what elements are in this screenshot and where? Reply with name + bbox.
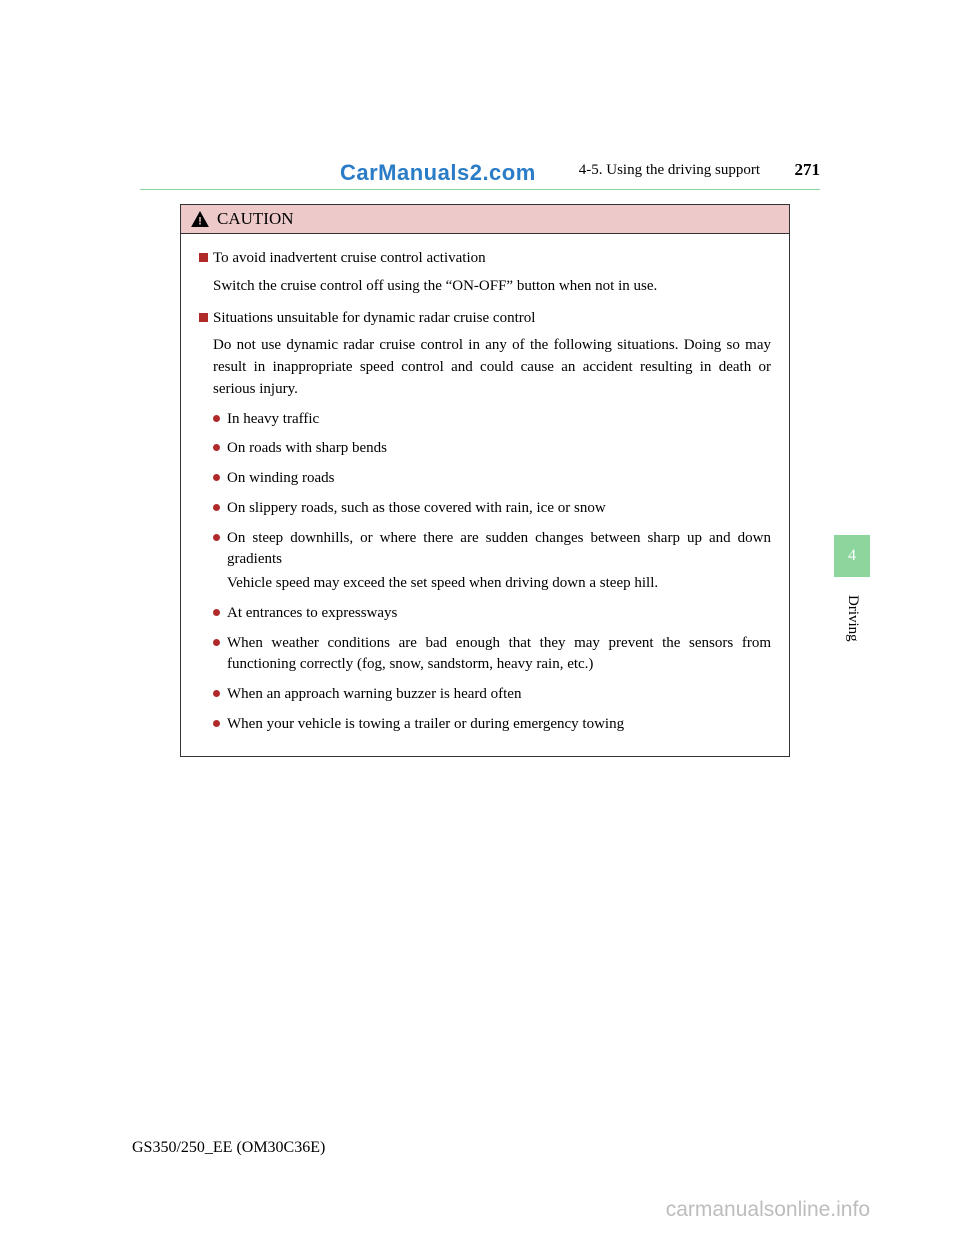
bullet-item: On steep downhills, or where there are s…: [199, 528, 771, 595]
bullet-text: At entrances to expressways: [227, 605, 397, 621]
caution-body: To avoid inadvertent cruise control acti…: [181, 234, 789, 756]
page-header: CarManuals2.com 4-5. Using the driving s…: [140, 160, 820, 190]
round-bullet-icon: [213, 690, 220, 697]
bullet-text: When weather conditions are bad enough t…: [227, 635, 771, 673]
chapter-tab: 4: [834, 535, 870, 577]
bullet-item: On slippery roads, such as those covered…: [199, 498, 771, 520]
caution-header: ! CAUTION: [181, 205, 789, 234]
bullet-text: In heavy traffic: [227, 411, 319, 427]
bullet-text: On slippery roads, such as those covered…: [227, 500, 606, 516]
heading-text: To avoid inadvertent cruise control acti…: [213, 248, 771, 270]
round-bullet-icon: [213, 609, 220, 616]
bullet-text: On winding roads: [227, 470, 335, 486]
chapter-number: 4: [848, 547, 856, 565]
heading-text: Situations unsuitable for dynamic radar …: [213, 308, 771, 330]
footer-doc-code: GS350/250_EE (OM30C36E): [132, 1139, 325, 1157]
round-bullet-icon: [213, 639, 220, 646]
watermark-text: CarManuals2.com: [340, 160, 536, 186]
bullet-text: When your vehicle is towing a trailer or…: [227, 716, 624, 732]
chapter-label: Driving: [844, 595, 861, 642]
round-bullet-icon: [213, 534, 220, 541]
round-bullet-icon: [213, 415, 220, 422]
bullet-item: On winding roads: [199, 468, 771, 490]
bullet-subtext: Vehicle speed may exceed the set speed w…: [227, 573, 771, 595]
caution-heading: Situations unsuitable for dynamic radar …: [199, 308, 771, 330]
page-number: 271: [795, 160, 821, 180]
round-bullet-icon: [213, 474, 220, 481]
caution-box: ! CAUTION To avoid inadvertent cruise co…: [180, 204, 790, 757]
round-bullet-icon: [213, 504, 220, 511]
bullet-item: When an approach warning buzzer is heard…: [199, 684, 771, 706]
bullet-text: On steep downhills, or where there are s…: [227, 530, 771, 568]
caution-title: CAUTION: [217, 209, 294, 229]
bullet-item: At entrances to expressways: [199, 603, 771, 625]
bullet-item: In heavy traffic: [199, 409, 771, 431]
page-content: CarManuals2.com 4-5. Using the driving s…: [140, 160, 820, 757]
caution-paragraph: Do not use dynamic radar cruise control …: [199, 335, 771, 400]
square-bullet-icon: [199, 253, 208, 262]
square-bullet-icon: [199, 313, 208, 322]
bullet-text: On roads with sharp bends: [227, 440, 387, 456]
warning-triangle-icon: !: [191, 211, 209, 227]
caution-heading: To avoid inadvertent cruise control acti…: [199, 248, 771, 270]
svg-text:!: !: [198, 215, 202, 227]
bullet-item: When weather conditions are bad enough t…: [199, 633, 771, 677]
round-bullet-icon: [213, 720, 220, 727]
bullet-item: When your vehicle is towing a trailer or…: [199, 714, 771, 736]
section-title: 4-5. Using the driving support: [579, 162, 760, 179]
caution-paragraph: Switch the cruise control off using the …: [199, 276, 771, 298]
bullet-text: When an approach warning buzzer is heard…: [227, 686, 521, 702]
round-bullet-icon: [213, 444, 220, 451]
footer-site-watermark: carmanualsonline.info: [666, 1198, 870, 1222]
bullet-item: On roads with sharp bends: [199, 438, 771, 460]
